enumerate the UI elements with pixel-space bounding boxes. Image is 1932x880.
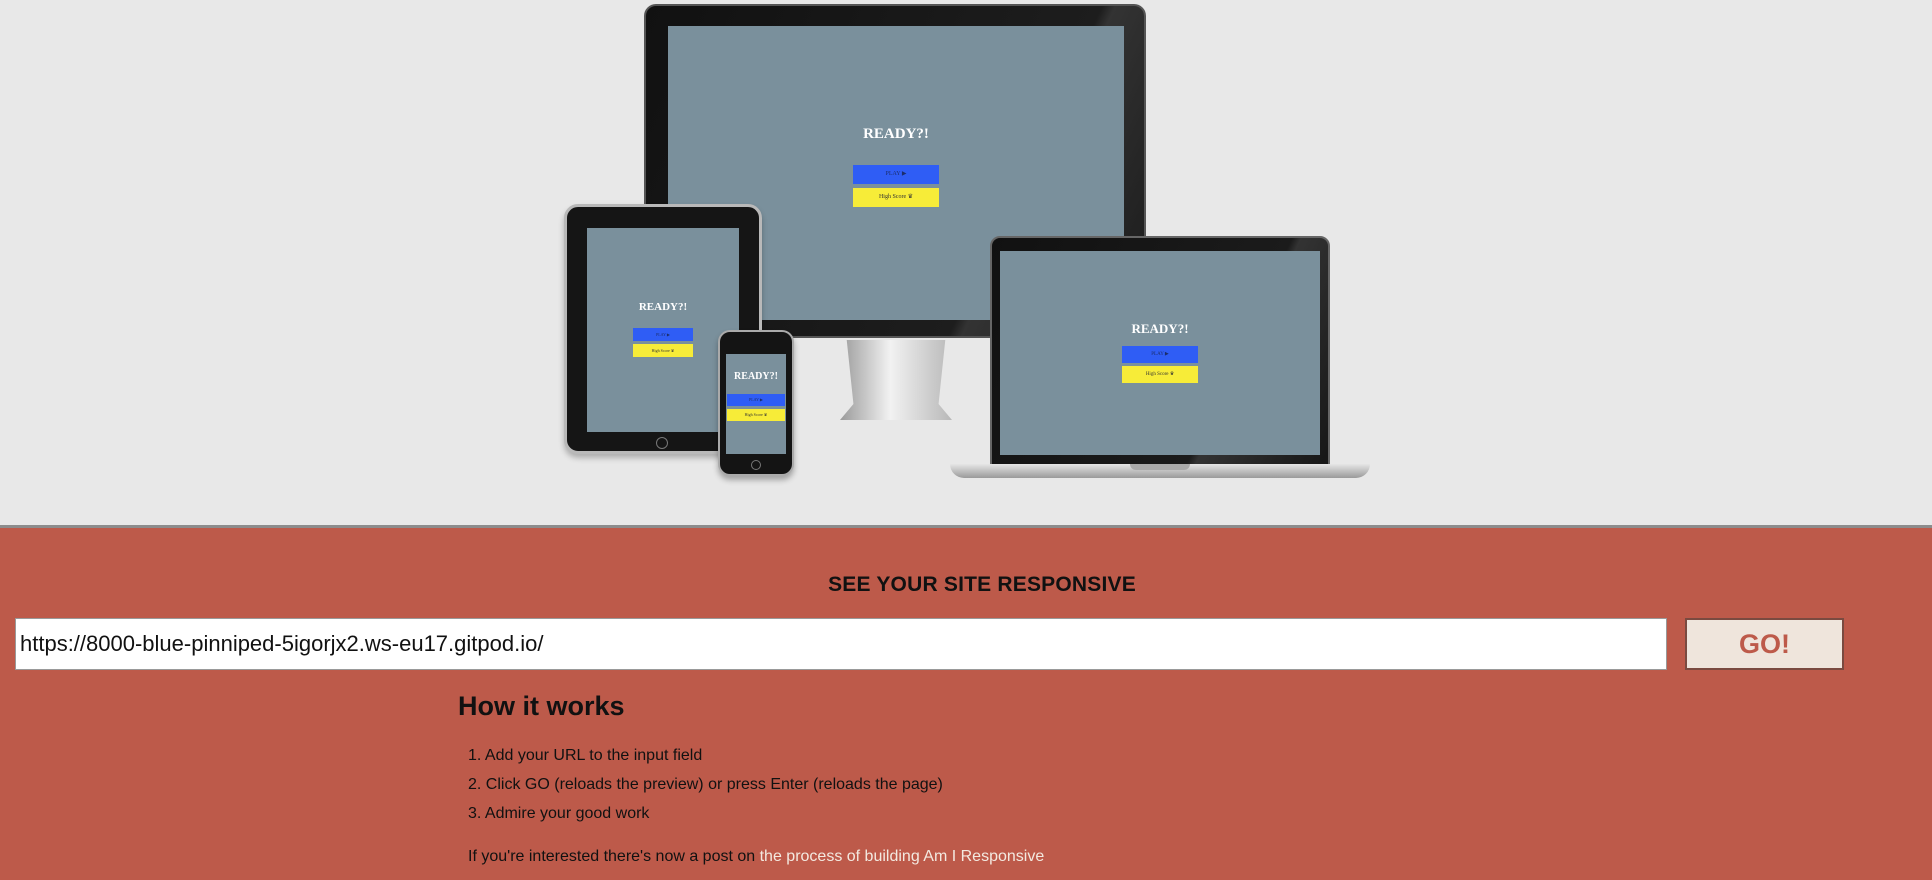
monitor-stand (840, 340, 952, 420)
preview-title: READY?! (863, 126, 929, 142)
home-button-icon (751, 460, 761, 470)
preview-play-button[interactable]: PLAY ▶ (727, 394, 785, 406)
preview-title: READY?! (1131, 321, 1189, 336)
go-button[interactable]: GO! (1685, 618, 1844, 670)
preview-play-button[interactable]: PLAY ▶ (633, 328, 693, 341)
list-item: 1. Add your URL to the input field (468, 747, 703, 764)
steps-list: 1. Add your URL to the input field 2. Cl… (468, 746, 943, 833)
preview-high-score-button[interactable]: High Score ♛ (633, 344, 693, 357)
preview-title: READY?! (638, 301, 688, 313)
home-button-icon (656, 437, 668, 449)
process-post-link[interactable]: the process of building Am I Responsive (760, 848, 1045, 865)
preview-play-button[interactable]: PLAY ▶ (1122, 346, 1198, 363)
laptop-screen[interactable]: READY?! PLAY ▶ High Score ♛ (1000, 251, 1320, 455)
preview-title: READY?! (734, 371, 778, 382)
section-heading: SEE YOUR SITE RESPONSIVE (828, 573, 1136, 596)
device-showcase: READY?! PLAY ▶ High Score ♛ READY?! PLAY… (0, 0, 1932, 525)
list-item: 2. Click GO (reloads the preview) or pre… (468, 776, 943, 793)
preview-high-score-button[interactable]: High Score ♛ (1122, 366, 1198, 383)
laptop-preview: READY?! PLAY ▶ High Score ♛ (950, 236, 1370, 500)
preview-high-score-button[interactable]: High Score ♛ (853, 188, 939, 207)
url-section: SEE YOUR SITE RESPONSIVE GO! How it work… (0, 525, 1932, 880)
footer-note: If you're interested there's now a post … (468, 848, 1044, 866)
phone-screen[interactable]: READY?! PLAY ▶ High Score ♛ (726, 354, 786, 454)
preview-play-button[interactable]: PLAY ▶ (853, 165, 939, 184)
list-item: 3. Admire your good work (468, 805, 650, 822)
url-input[interactable] (15, 618, 1667, 670)
how-it-works-title: How it works (458, 691, 625, 721)
preview-high-score-button[interactable]: High Score ♛ (727, 409, 785, 421)
laptop-notch (1130, 464, 1190, 470)
footer-note-text: If you're interested there's now a post … (468, 848, 760, 865)
tablet-screen[interactable]: READY?! PLAY ▶ High Score ♛ (587, 228, 739, 432)
phone-preview: READY?! PLAY ▶ High Score ♛ (718, 330, 794, 476)
